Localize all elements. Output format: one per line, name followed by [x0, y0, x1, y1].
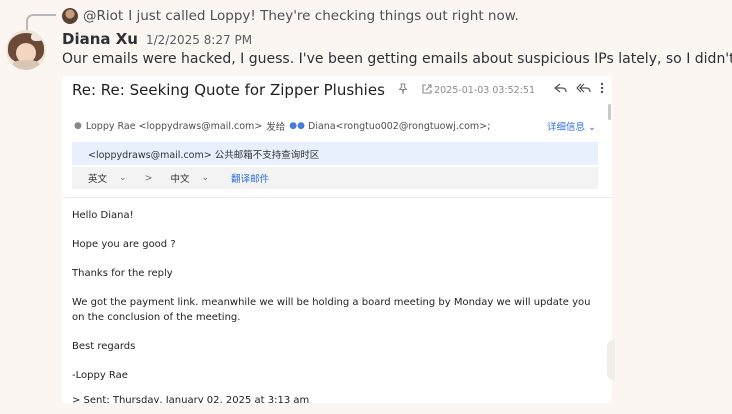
reply-connector — [26, 14, 56, 30]
email-subject: Re: Re: Seeking Quote for Zipper Plushie… — [72, 81, 385, 99]
timezone-notice: <loppydraws@mail.com> 公共邮箱不支持查询时区 — [72, 142, 598, 165]
email-date: 2025-01-03 03:52:51 — [434, 84, 535, 96]
email-to: Diana<rongtuo002@rongtuowj.com>; — [308, 120, 491, 132]
email-line: Thanks for the reply — [72, 268, 173, 279]
email-sender-row: ● Loppy Rae <loppydraws@mail.com> 发给 ●● … — [74, 119, 596, 134]
reply-all-icon — [576, 82, 591, 98]
group-icon: ●● — [289, 121, 306, 131]
details-link: 详细信息 ⌄ — [546, 122, 596, 133]
username[interactable]: Diana Xu — [62, 30, 138, 48]
email-line: We got the payment link. meanwhile we wi… — [72, 297, 591, 323]
target-language: 中文 — [170, 174, 190, 185]
divider — [62, 197, 612, 198]
reply-reference[interactable]: @Riot I just called Loppy! They're check… — [62, 6, 519, 26]
email-from: Loppy Rae <loppydraws@mail.com> — [85, 120, 263, 132]
email-screenshot[interactable]: Re: Re: Seeking Quote for Zipper Plushie… — [62, 76, 612, 403]
popout-icon — [421, 83, 433, 98]
email-sent-verb: 发给 — [266, 122, 286, 133]
translate-bar: 英文 ⌄ > 中文 ⌄ 翻译邮件 — [72, 167, 598, 189]
message-timestamp: 1/2/2025 8:27 PM — [145, 33, 253, 47]
email-greeting: Hello Diana! — [72, 210, 134, 221]
email-quoted-header: > Sent: Thursday, January 02, 2025 at 3:… — [72, 395, 310, 403]
email-body: Hello Diana! Hope you are good ? Thanks … — [72, 208, 602, 397]
email-signature: -Loppy Rae — [72, 370, 128, 381]
more-icon — [600, 82, 604, 98]
reply-text[interactable]: I just called Loppy! They're checking th… — [128, 8, 519, 24]
chevron-down-icon: ⌄ — [588, 122, 596, 133]
chevron-down-icon: ⌄ — [201, 173, 210, 183]
translate-arrow: > — [144, 172, 153, 184]
email-closing: Best regards — [72, 341, 136, 352]
reply-icon — [554, 82, 567, 98]
translate-email-link: 翻译邮件 — [231, 174, 270, 185]
side-panel-handle[interactable] — [607, 340, 615, 380]
chevron-down-icon: ⌄ — [119, 173, 127, 183]
message-header: Diana Xu 1/2/2025 8:27 PM — [62, 30, 252, 48]
reply-avatar[interactable] — [62, 8, 78, 24]
message-text: Our emails were hacked, I guess. I've be… — [62, 51, 732, 67]
person-icon: ● — [74, 121, 82, 131]
reply-mention[interactable]: @Riot — [83, 8, 123, 24]
pin-icon — [397, 83, 409, 98]
avatar[interactable] — [6, 30, 46, 70]
email-scrollbar — [608, 104, 611, 120]
email-line: Hope you are good ? — [72, 239, 176, 250]
source-language: 英文 — [88, 174, 108, 185]
email-subject-row: Re: Re: Seeking Quote for Zipper Plushie… — [72, 79, 604, 101]
